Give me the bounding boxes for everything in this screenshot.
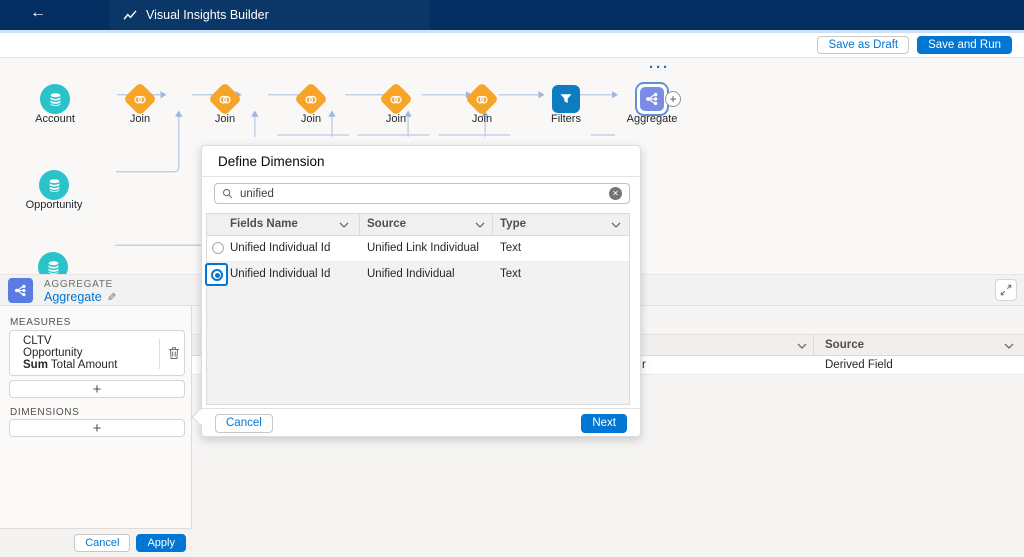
expand-icon <box>1000 284 1012 296</box>
measure-source: Opportunity <box>23 347 82 359</box>
database-icon <box>48 92 63 107</box>
aggregate-config-panel: MEASURES CLTV Opportunity Sum Total Amou… <box>0 306 192 557</box>
aggregate-icon <box>644 91 660 107</box>
search-icon <box>222 188 233 199</box>
aggregate-node-body <box>640 87 664 111</box>
node-label-filters: Filters <box>526 113 606 125</box>
measure-name: CLTV <box>23 335 52 347</box>
panel-cancel-button[interactable]: Cancel <box>74 534 130 552</box>
table-row-selected[interactable]: Unified Individual Id Unified Individual… <box>207 262 629 288</box>
node-overflow-dots[interactable]: ··· <box>649 62 670 74</box>
panel-footer: Cancel Apply <box>0 528 192 557</box>
modal-title: Define Dimension <box>218 154 325 169</box>
dimensions-label: DIMENSIONS <box>10 407 79 418</box>
trash-icon[interactable] <box>168 346 180 360</box>
measure-aggregation: Sum Total Amount <box>23 359 117 371</box>
back-button[interactable]: ← <box>30 4 46 22</box>
cell-source: Unified Individual <box>367 268 455 280</box>
expand-preview-button[interactable] <box>995 279 1017 301</box>
node-aggregate[interactable] <box>635 82 669 116</box>
aggregate-badge-icon <box>8 278 33 303</box>
node-filters[interactable] <box>552 85 580 113</box>
fields-table-header: Fields Name Source Type <box>207 214 629 236</box>
node-account[interactable] <box>40 84 70 114</box>
plus-icon: + <box>669 93 676 105</box>
node-label-join-5: Join <box>442 113 522 125</box>
define-dimension-modal: Define Dimension ✕ Fields Name Source Ty… <box>201 145 641 437</box>
node-name-edit[interactable]: Aggregate ✎ <box>44 290 116 304</box>
cell-fields-name: Unified Individual Id <box>230 268 330 280</box>
modal-header-divider <box>202 176 640 177</box>
preview-cell-source: Derived Field <box>825 359 893 371</box>
column-divider <box>359 214 360 236</box>
database-icon <box>47 178 62 193</box>
chevron-down-icon[interactable] <box>611 222 621 228</box>
add-measure-button[interactable]: + <box>9 380 185 398</box>
database-icon <box>46 260 61 275</box>
chevron-down-icon[interactable] <box>1004 343 1014 349</box>
column-header-fields-name[interactable]: Fields Name <box>230 218 298 230</box>
card-divider <box>159 339 160 369</box>
node-opportunity[interactable] <box>39 170 69 200</box>
line-chart-icon <box>123 10 138 21</box>
radio-row-2-selected[interactable] <box>211 269 223 281</box>
plus-icon: + <box>93 420 102 437</box>
top-navbar: ← Visual Insights Builder <box>0 0 1024 30</box>
node-label-account: Account <box>15 113 95 125</box>
node-label-join-1: Join <box>100 113 180 125</box>
add-node-button[interactable]: + <box>665 91 681 107</box>
node-type-label: AGGREGATE <box>44 279 113 290</box>
measures-label: MEASURES <box>10 317 71 328</box>
cell-type: Text <box>500 268 521 280</box>
column-header-type[interactable]: Type <box>500 218 526 230</box>
modal-cancel-button[interactable]: Cancel <box>215 414 273 433</box>
preview-cell-partial: r <box>642 359 646 371</box>
save-as-draft-button[interactable]: Save as Draft <box>817 36 909 54</box>
add-dimension-button[interactable]: + <box>9 419 185 437</box>
column-divider <box>492 214 493 236</box>
filter-icon <box>559 92 573 106</box>
app-tab[interactable]: Visual Insights Builder <box>110 0 430 30</box>
radio-row-1[interactable] <box>212 242 224 254</box>
chevron-down-icon[interactable] <box>475 222 485 228</box>
measure-card[interactable]: CLTV Opportunity Sum Total Amount <box>9 330 185 376</box>
join-icon <box>304 93 319 106</box>
join-icon <box>133 93 148 106</box>
search-input[interactable] <box>238 187 604 201</box>
aggregate-icon <box>13 283 28 298</box>
chevron-down-icon[interactable] <box>339 222 349 228</box>
search-box: ✕ <box>214 183 630 204</box>
app-title: Visual Insights Builder <box>146 8 269 22</box>
column-header-source[interactable]: Source <box>367 218 406 230</box>
table-row[interactable]: Unified Individual Id Unified Link Indiv… <box>207 236 629 262</box>
cell-type: Text <box>500 242 521 254</box>
node-label-join-2: Join <box>185 113 265 125</box>
edit-pencil-icon[interactable]: ✎ <box>107 291 116 304</box>
plus-icon: + <box>93 381 102 398</box>
modal-next-button[interactable]: Next <box>581 414 627 433</box>
join-icon <box>218 93 233 106</box>
column-divider <box>813 335 814 357</box>
save-and-run-button[interactable]: Save and Run <box>917 36 1012 54</box>
preview-source-header: Source <box>825 339 864 351</box>
chevron-down-icon[interactable] <box>797 343 807 349</box>
join-icon <box>475 93 490 106</box>
modal-footer: Cancel Next <box>202 408 640 437</box>
node-label-aggregate: Aggregate <box>612 113 692 125</box>
node-name: Aggregate <box>44 290 102 304</box>
join-icon <box>389 93 404 106</box>
fields-table: Fields Name Source Type Unified Individu… <box>206 213 630 405</box>
panel-apply-button[interactable]: Apply <box>136 534 186 552</box>
cell-source: Unified Link Individual <box>367 242 479 254</box>
cell-fields-name: Unified Individual Id <box>230 242 330 254</box>
node-label-join-3: Join <box>271 113 351 125</box>
clear-search-icon[interactable]: ✕ <box>609 187 622 200</box>
node-label-join-4: Join <box>356 113 436 125</box>
node-label-opportunity: Opportunity <box>14 199 94 211</box>
toolbar: Save as Draft Save and Run <box>0 33 1024 58</box>
